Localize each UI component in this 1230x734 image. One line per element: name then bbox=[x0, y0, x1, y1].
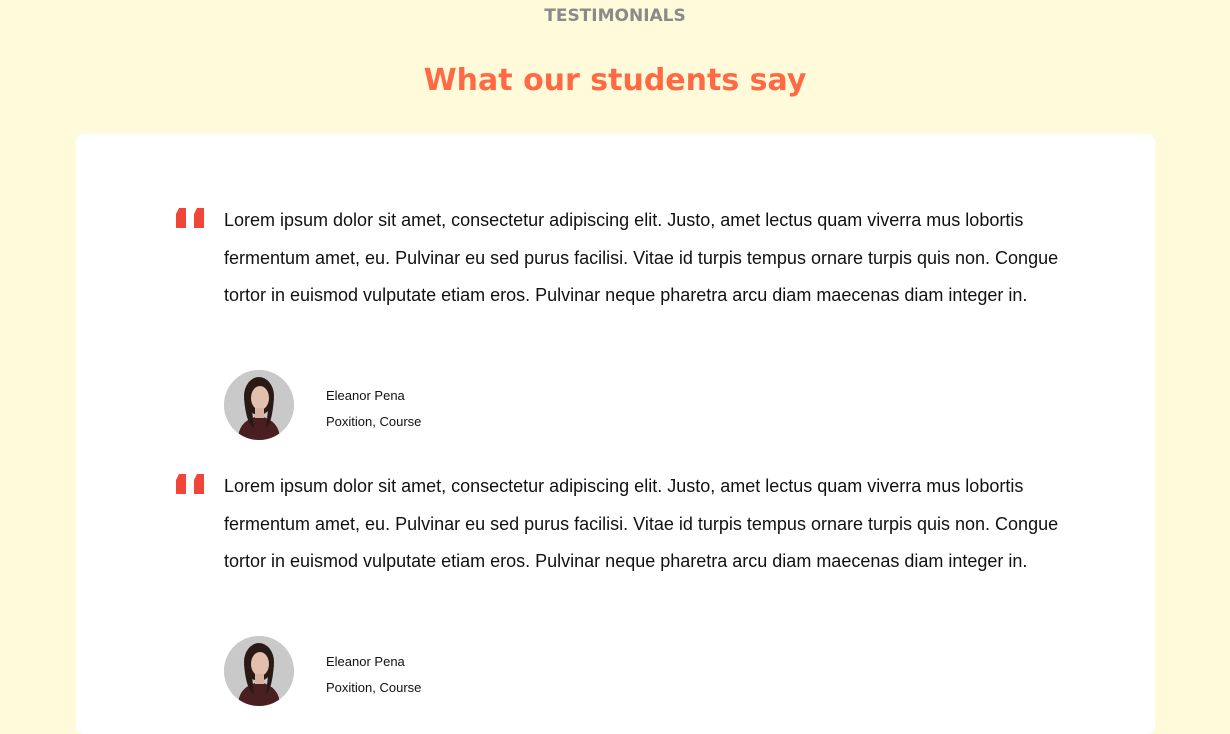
testimonial-author: Eleanor Pena Poxition, Course bbox=[224, 636, 624, 708]
testimonial-text: Lorem ipsum dolor sit amet, consectetur … bbox=[224, 210, 1059, 305]
avatar-image bbox=[224, 636, 294, 706]
avatar-image bbox=[224, 370, 294, 440]
testimonials-card: Lorem ipsum dolor sit amet, consectetur … bbox=[76, 134, 1155, 734]
section-heading: What our students say bbox=[423, 63, 807, 98]
author-role: Poxition, Course bbox=[326, 414, 422, 429]
quote-icon bbox=[176, 208, 204, 228]
author-name: Eleanor Pena bbox=[326, 654, 405, 669]
testimonial-text: Lorem ipsum dolor sit amet, consectetur … bbox=[224, 476, 1059, 571]
avatar bbox=[224, 370, 294, 440]
author-name: Eleanor Pena bbox=[326, 388, 405, 403]
avatar bbox=[224, 636, 294, 706]
testimonial-author: Eleanor Pena Poxition, Course bbox=[224, 370, 624, 442]
quote-icon bbox=[176, 474, 204, 494]
section-eyebrow: TESTIMONIALS bbox=[544, 6, 686, 26]
